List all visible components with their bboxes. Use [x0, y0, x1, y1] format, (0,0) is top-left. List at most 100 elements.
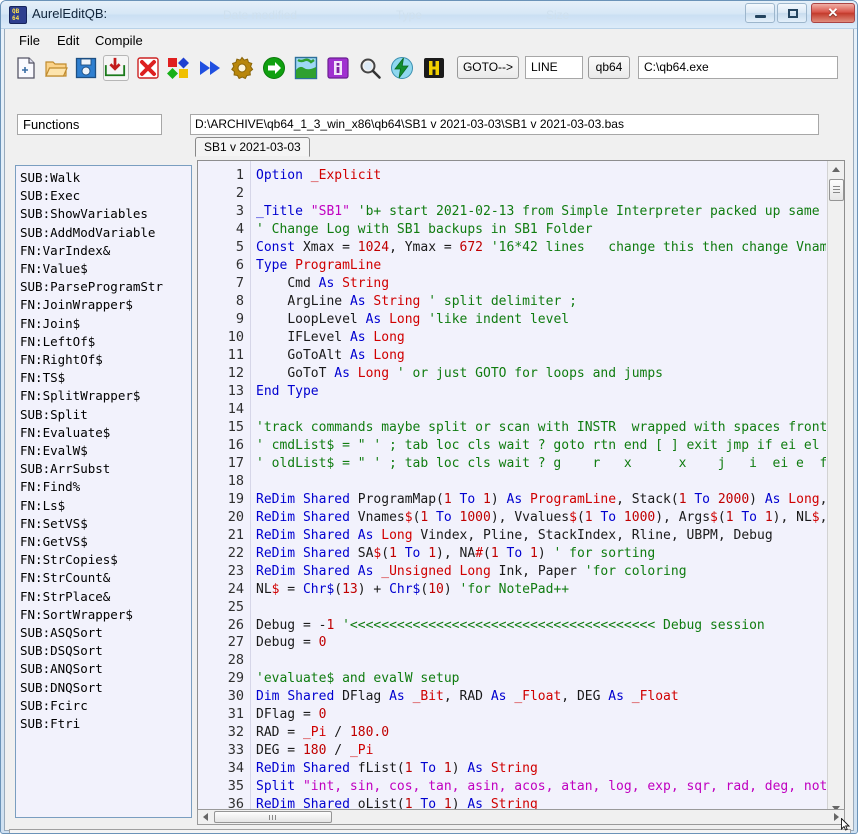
- list-item[interactable]: FN:Value$: [20, 260, 191, 278]
- code-line[interactable]: Type ProgramLine: [256, 257, 381, 275]
- minimize-button[interactable]: [745, 3, 775, 23]
- maximize-button[interactable]: [777, 3, 807, 23]
- goto-button[interactable]: GOTO-->: [457, 56, 519, 79]
- list-item[interactable]: SUB:Fcirc: [20, 697, 191, 715]
- code-line[interactable]: Split "int, sin, cos, tan, asin, acos, a…: [256, 778, 826, 796]
- exe-path-field[interactable]: C:\qb64.exe: [638, 56, 838, 79]
- code-text-area[interactable]: Option _Explicit _Title "SB1" 'b+ start …: [251, 161, 826, 817]
- code-line[interactable]: ' oldList$ = " ' ; tab loc cls wait ? g …: [256, 455, 826, 473]
- list-item[interactable]: SUB:Split: [20, 406, 191, 424]
- list-item[interactable]: SUB:ASQSort: [20, 624, 191, 642]
- close-file-button[interactable]: [135, 55, 161, 81]
- list-item[interactable]: FN:Find%: [20, 478, 191, 496]
- code-line[interactable]: ReDim Shared As Long Vindex, Pline, Stac…: [256, 527, 773, 545]
- code-line[interactable]: ReDim Shared SA$(1 To 1), NA#(1 To 1) ' …: [256, 545, 655, 563]
- save-button[interactable]: [73, 55, 99, 81]
- list-item[interactable]: SUB:ParseProgramStr: [20, 278, 191, 296]
- menu-edit[interactable]: Edit: [51, 32, 85, 49]
- file-path-field[interactable]: D:\ARCHIVE\qb64_1_3_win_x86\qb64\SB1 v 2…: [190, 114, 819, 135]
- list-item[interactable]: FN:StrPlace&: [20, 588, 191, 606]
- new-file-button[interactable]: [13, 55, 39, 81]
- flash-button[interactable]: [389, 55, 415, 81]
- functions-search-input[interactable]: Functions: [17, 114, 162, 135]
- scroll-left-button[interactable]: [198, 810, 212, 824]
- list-item[interactable]: FN:StrCount&: [20, 569, 191, 587]
- menu-file[interactable]: File: [13, 32, 46, 49]
- code-line[interactable]: [256, 473, 264, 491]
- code-line[interactable]: 'evaluate$ and evalW setup: [256, 670, 460, 688]
- list-item[interactable]: SUB:ShowVariables: [20, 205, 191, 223]
- shapes-button[interactable]: [165, 55, 191, 81]
- code-editor[interactable]: 1 2 3 4 5 6 7 8 9 10 11 12 13 14 15 16 17 18 19 20 21 22 23 24 2…: [197, 160, 845, 818]
- run-button[interactable]: [197, 55, 223, 81]
- info-button[interactable]: [325, 55, 351, 81]
- close-button[interactable]: ✕: [811, 3, 855, 23]
- list-item[interactable]: FN:StrCopies$: [20, 551, 191, 569]
- code-line[interactable]: GoToT As Long ' or just GOTO for loops a…: [256, 365, 663, 383]
- list-item[interactable]: FN:TS$: [20, 369, 191, 387]
- find-button[interactable]: [357, 55, 383, 81]
- code-line[interactable]: [256, 185, 264, 203]
- list-item[interactable]: FN:JoinWrapper$: [20, 296, 191, 314]
- settings-button[interactable]: [229, 55, 255, 81]
- list-item[interactable]: FN:LeftOf$: [20, 333, 191, 351]
- code-line[interactable]: 'track commands maybe split or scan with…: [256, 419, 826, 437]
- code-line[interactable]: Debug = -1 '<<<<<<<<<<<<<<<<<<<<<<<<<<<<…: [256, 617, 765, 635]
- list-item[interactable]: FN:GetVS$: [20, 533, 191, 551]
- code-line[interactable]: DEG = 180 / _Pi: [256, 742, 373, 760]
- code-line[interactable]: ArgLine As String ' split delimiter ;: [256, 293, 577, 311]
- code-line[interactable]: Debug = 0: [256, 634, 326, 652]
- list-item[interactable]: FN:Evaluate$: [20, 424, 191, 442]
- code-line[interactable]: RAD = _Pi / 180.0: [256, 724, 389, 742]
- code-line[interactable]: [256, 652, 264, 670]
- list-item[interactable]: FN:Ls$: [20, 497, 191, 515]
- tab-sb1[interactable]: SB1 v 2021-03-03: [195, 137, 310, 157]
- code-line[interactable]: _Title "SB1" 'b+ start 2021-02-13 from S…: [256, 203, 826, 221]
- code-line[interactable]: [256, 599, 264, 617]
- web-button[interactable]: [293, 55, 319, 81]
- code-line[interactable]: ' Change Log with SB1 backups in SB1 Fol…: [256, 221, 593, 239]
- code-line[interactable]: Dim Shared DFlag As _Bit, RAD As _Float,…: [256, 688, 679, 706]
- list-item[interactable]: SUB:Exec: [20, 187, 191, 205]
- list-item[interactable]: SUB:AddModVariable: [20, 224, 191, 242]
- code-line[interactable]: NL$ = Chr$(13) + Chr$(10) 'for NotePad++: [256, 581, 569, 599]
- menu-compile[interactable]: Compile: [89, 32, 149, 49]
- qb64-button[interactable]: qb64: [588, 56, 630, 79]
- open-file-button[interactable]: [43, 55, 69, 81]
- editor-vertical-scrollbar[interactable]: [827, 161, 844, 817]
- code-line[interactable]: End Type: [256, 383, 319, 401]
- go-button[interactable]: [261, 55, 287, 81]
- line-field[interactable]: LINE: [525, 56, 583, 79]
- code-line[interactable]: IFLevel As Long: [256, 329, 404, 347]
- save-as-button[interactable]: [103, 55, 129, 81]
- code-line[interactable]: ReDim Shared fList(1 To 1) As String: [256, 760, 538, 778]
- list-item[interactable]: FN:VarIndex&: [20, 242, 191, 260]
- list-item[interactable]: SUB:Ftri: [20, 715, 191, 733]
- list-item[interactable]: FN:RightOf$: [20, 351, 191, 369]
- list-item[interactable]: SUB:ArrSubst: [20, 460, 191, 478]
- code-line[interactable]: ' cmdList$ = " ' ; tab loc cls wait ? go…: [256, 437, 826, 455]
- list-item[interactable]: SUB:Walk: [20, 169, 191, 187]
- code-line[interactable]: [256, 401, 264, 419]
- list-item[interactable]: FN:SplitWrapper$: [20, 387, 191, 405]
- vertical-scroll-thumb[interactable]: [829, 179, 844, 201]
- list-item[interactable]: SUB:DSQSort: [20, 642, 191, 660]
- editor-horizontal-scrollbar[interactable]: [197, 809, 845, 825]
- code-line[interactable]: Option _Explicit: [256, 167, 381, 185]
- help-button[interactable]: [421, 55, 447, 81]
- code-line[interactable]: ReDim Shared ProgramMap(1 To 1) As Progr…: [256, 491, 826, 509]
- list-item[interactable]: FN:SetVS$: [20, 515, 191, 533]
- list-item[interactable]: SUB:ANQSort: [20, 660, 191, 678]
- list-item[interactable]: FN:SortWrapper$: [20, 606, 191, 624]
- code-line[interactable]: DFlag = 0: [256, 706, 326, 724]
- code-line[interactable]: Cmd As String: [256, 275, 389, 293]
- list-item[interactable]: FN:Join$: [20, 315, 191, 333]
- code-line[interactable]: GoToAlt As Long: [256, 347, 404, 365]
- horizontal-scroll-thumb[interactable]: [214, 811, 332, 823]
- code-line[interactable]: ReDim Shared As _Unsigned Long Ink, Pape…: [256, 563, 687, 581]
- scroll-up-button[interactable]: [828, 161, 844, 178]
- list-item[interactable]: FN:EvalW$: [20, 442, 191, 460]
- code-line[interactable]: LoopLevel As Long 'like indent level: [256, 311, 569, 329]
- code-line[interactable]: ReDim Shared Vnames$(1 To 1000), Vvalues…: [256, 509, 826, 527]
- functions-list[interactable]: SUB:Walk SUB:Exec SUB:ShowVariables SUB:Add…: [15, 165, 192, 818]
